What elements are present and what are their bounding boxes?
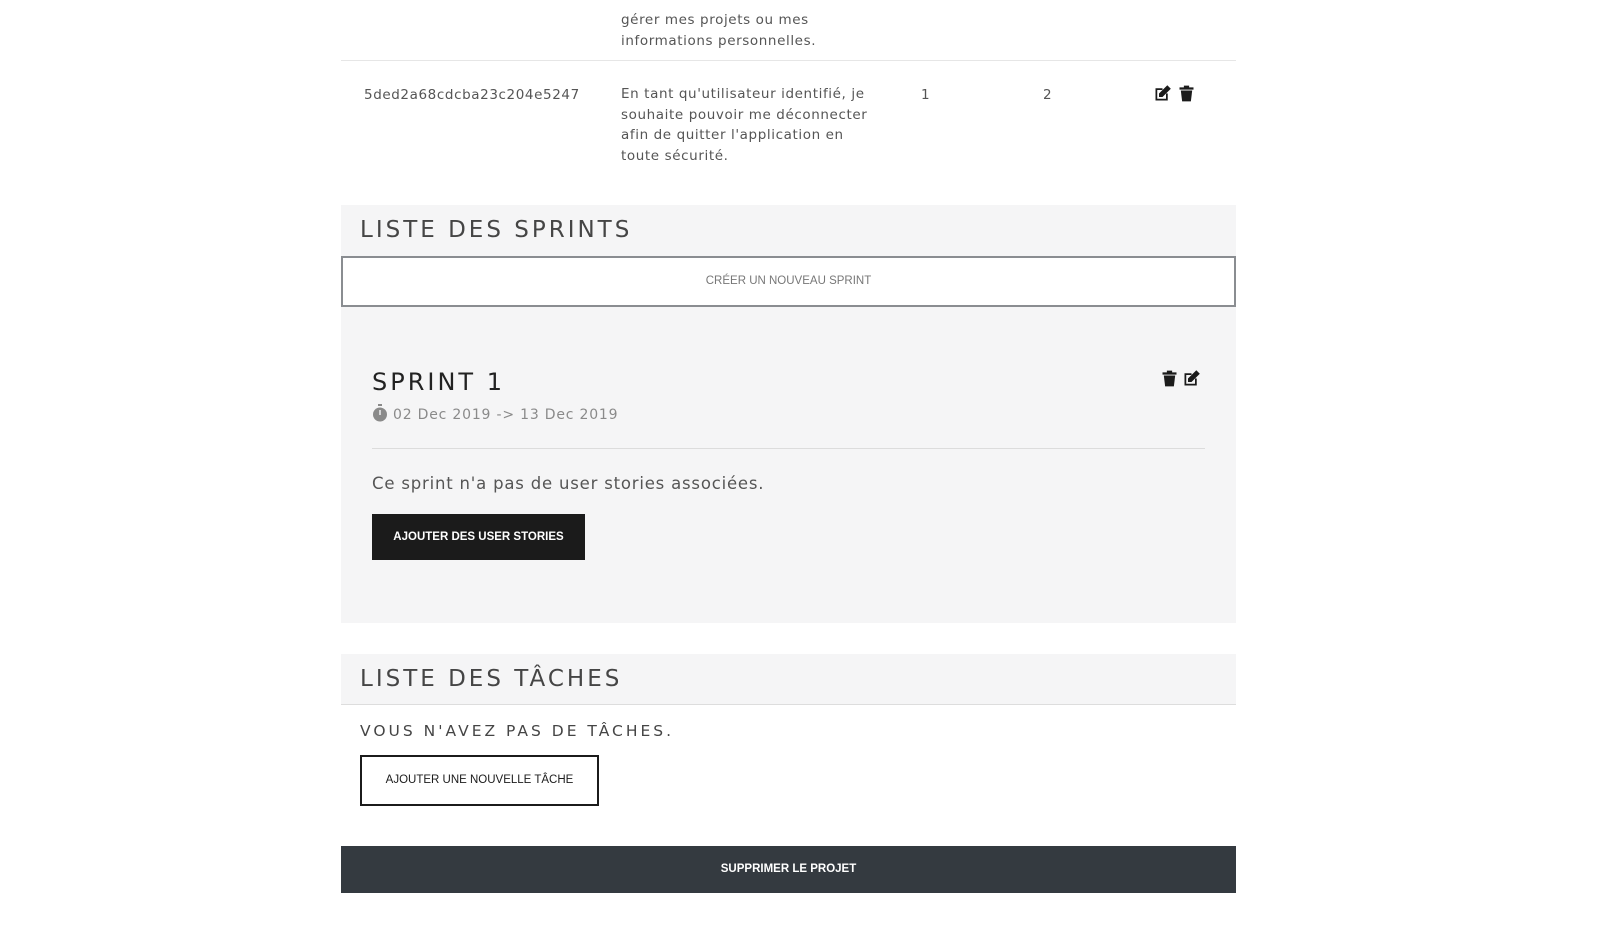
tasks-empty-message: VOUS N'AVEZ PAS DE TÂCHES. bbox=[360, 722, 675, 740]
user-story-description: gérer mes projets ou mes informations pe… bbox=[621, 12, 817, 49]
tasks-section-title: LISTE DES TÂCHES bbox=[341, 654, 1236, 705]
trash-icon[interactable] bbox=[1158, 367, 1180, 389]
user-story-priority: 1 bbox=[921, 87, 931, 103]
sprint-dates: 02 Dec 2019 -> 13 Dec 2019 bbox=[372, 404, 618, 426]
sprint-empty-message: Ce sprint n'a pas de user stories associ… bbox=[372, 474, 765, 493]
sprint-date-range: 02 Dec 2019 -> 13 Dec 2019 bbox=[393, 407, 619, 423]
table-row: gérer mes projets ou mes informations pe… bbox=[341, 0, 1236, 61]
delete-project-button[interactable]: SUPPRIMER LE PROJET bbox=[341, 846, 1236, 893]
sprint-card: SPRINT 1 02 Dec 2019 -> 13 Dec 2019 Ce s… bbox=[341, 307, 1236, 623]
user-story-id: 5ded2a68cdcba23c204e5247 bbox=[364, 87, 580, 103]
edit-icon[interactable] bbox=[1151, 82, 1173, 104]
sprint-actions bbox=[1158, 367, 1202, 389]
user-story-difficulty: 2 bbox=[1043, 87, 1053, 103]
edit-icon[interactable] bbox=[1180, 367, 1202, 389]
stopwatch-icon bbox=[372, 404, 388, 426]
add-user-stories-button[interactable]: AJOUTER DES USER STORIES bbox=[372, 514, 585, 560]
table-row: 5ded2a68cdcba23c204e5247 En tant qu'util… bbox=[341, 60, 1236, 190]
trash-icon[interactable] bbox=[1175, 82, 1197, 104]
user-story-description: En tant qu'utilisateur identifié, je sou… bbox=[621, 86, 868, 164]
sprint-title: SPRINT 1 bbox=[372, 368, 505, 396]
divider bbox=[372, 448, 1205, 449]
add-task-button[interactable]: AJOUTER UNE NOUVELLE TÂCHE bbox=[360, 755, 599, 806]
user-story-actions bbox=[1151, 82, 1197, 104]
sprints-section-title: LISTE DES SPRINTS bbox=[341, 205, 1236, 256]
create-sprint-button[interactable]: CRÉER UN NOUVEAU SPRINT bbox=[341, 256, 1236, 307]
